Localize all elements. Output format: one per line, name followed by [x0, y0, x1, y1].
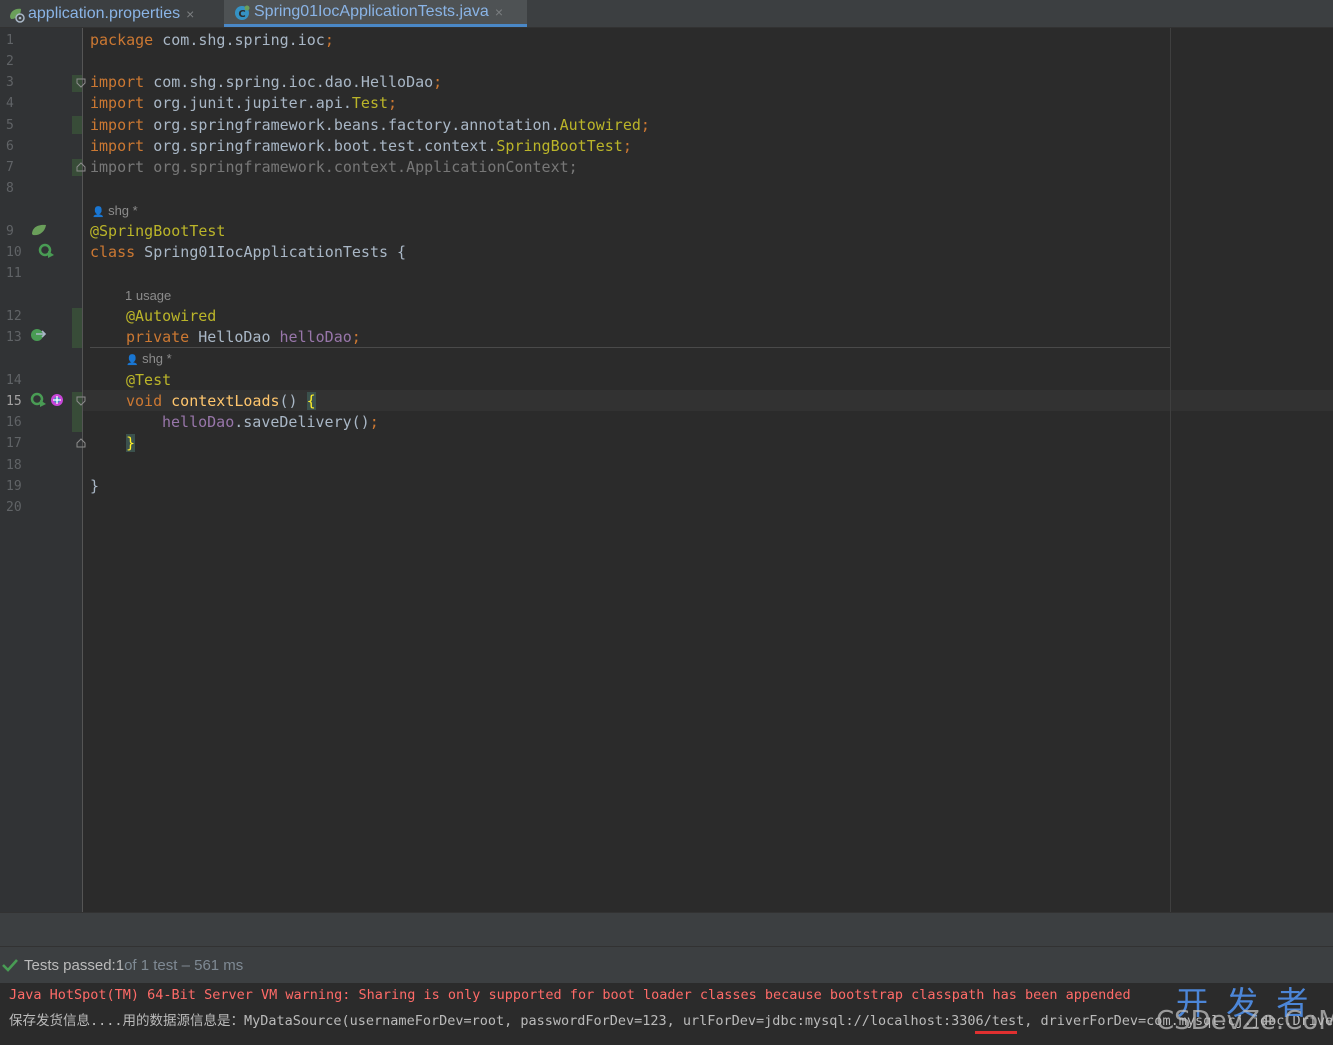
code-line-4: import org.junit.jupiter.api.Test;: [90, 94, 398, 112]
console-output[interactable]: Java HotSpot(TM) 64-Bit Server VM warnin…: [0, 983, 1333, 1045]
java-class-icon: C: [234, 5, 250, 20]
code-line-9: @SpringBootTest: [90, 222, 226, 240]
line-number: 6: [6, 139, 14, 154]
code-line-1: package com.shg.spring.ioc;: [90, 31, 334, 49]
line-number: 9: [6, 224, 14, 239]
vcs-change-marker[interactable]: [72, 116, 82, 134]
tab-label: Spring01IocApplicationTests.java: [254, 3, 489, 20]
tab-label: application.properties: [28, 4, 181, 22]
red-underline-mark: [975, 1031, 1017, 1034]
line-number: 10: [6, 245, 22, 260]
fold-icon[interactable]: [76, 396, 86, 406]
code-editor[interactable]: package com.shg.spring.ioc; import com.s…: [90, 28, 1333, 912]
line-number: 17: [6, 436, 22, 451]
fold-icon[interactable]: [76, 438, 86, 448]
code-line-6: import org.springframework.boot.test.con…: [90, 137, 632, 155]
code-line-19: }: [90, 477, 100, 495]
code-line-16: helloDao.saveDelivery();: [162, 413, 379, 431]
code-line-7-unused-import: import org.springframework.context.Appli…: [90, 158, 578, 176]
close-icon[interactable]: ×: [495, 4, 503, 20]
fold-icon[interactable]: [76, 162, 86, 172]
line-number: 5: [6, 118, 14, 133]
code-line-17: }: [126, 434, 136, 452]
close-icon[interactable]: ×: [186, 6, 194, 22]
navigate-bean-icon[interactable]: [30, 328, 48, 344]
line-number: 20: [6, 500, 22, 515]
code-line-14: @Test: [126, 371, 172, 389]
line-number: 19: [6, 479, 22, 494]
line-number: 12: [6, 309, 22, 324]
user-icon: 👤: [92, 207, 105, 218]
code-line-10: class Spring01IocApplicationTests {: [90, 243, 407, 261]
author-hint[interactable]: 👤 shg *: [126, 351, 172, 366]
vcs-change-marker[interactable]: [72, 308, 82, 348]
method-separator: [90, 347, 1170, 348]
line-number: 14: [6, 373, 22, 388]
tests-passed-label: Tests passed:: [24, 956, 116, 974]
coverage-icon[interactable]: [50, 393, 64, 407]
code-line-5: import org.springframework.beans.factory…: [90, 116, 650, 134]
right-margin-guide: [1170, 28, 1171, 912]
line-number: 3: [6, 75, 14, 90]
code-line-12: @Autowired: [126, 307, 217, 325]
console-warning-line: Java HotSpot(TM) 64-Bit Server VM warnin…: [9, 987, 1131, 1003]
console-output-line: 保存发货信息....用的数据源信息是：MyDataSource(username…: [9, 1013, 1333, 1029]
tests-passed-count: 1: [115, 956, 125, 974]
tests-summary: of 1 test – 561 ms: [124, 956, 244, 974]
spring-config-icon: [8, 7, 25, 23]
line-number: 16: [6, 415, 22, 430]
line-number: 13: [6, 330, 22, 345]
fold-icon[interactable]: [76, 78, 86, 88]
user-icon: 👤: [126, 355, 139, 366]
tab-application-properties[interactable]: application.properties ×: [8, 0, 222, 27]
line-number: 4: [6, 96, 14, 111]
code-line-13: private HelloDao helloDao;: [126, 328, 361, 346]
editor-gutter: 1 2 3 4 5 6 7 8 9 10 11 12 13 14 15 16 1…: [0, 28, 86, 912]
line-number: 8: [6, 181, 14, 196]
code-line-3: import com.shg.spring.ioc.dao.HelloDao;: [90, 73, 443, 91]
line-number-current: 15: [6, 394, 22, 409]
spring-bean-icon[interactable]: [31, 223, 47, 237]
line-number: 7: [6, 160, 14, 175]
usage-hint[interactable]: 1 usage: [125, 288, 171, 303]
run-test-icon[interactable]: [30, 392, 48, 408]
check-icon: [2, 959, 18, 972]
tab-spring01-ioc-application-tests[interactable]: C Spring01IocApplicationTests.java ×: [224, 0, 527, 27]
watermark-text: CSDevZe.CoM: [1156, 1006, 1333, 1036]
author-hint[interactable]: 👤 shg *: [92, 203, 138, 218]
line-number: 2: [6, 54, 14, 69]
test-status-bar: Tests passed: 1 of 1 test – 561 ms: [0, 946, 1333, 984]
svg-text:C: C: [238, 9, 245, 20]
line-number: 18: [6, 458, 22, 473]
run-test-icon[interactable]: [38, 243, 56, 259]
code-line-15: void contextLoads() {: [126, 392, 316, 410]
line-number: 1: [6, 33, 14, 48]
editor-tab-bar: application.properties × C Spring01IocAp…: [0, 0, 1333, 28]
run-tool-window-header: [0, 912, 1333, 947]
line-number: 11: [6, 266, 22, 281]
